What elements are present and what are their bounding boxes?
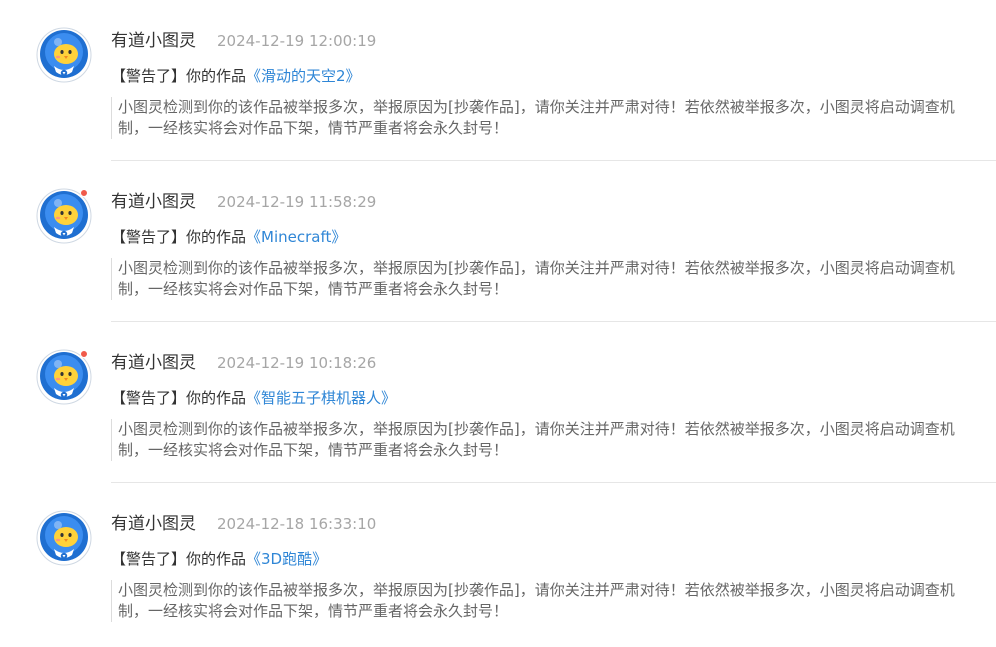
unread-dot — [80, 350, 88, 358]
sender-name[interactable]: 有道小图灵 — [111, 31, 196, 51]
notification-list: 有道小图灵 2024-12-19 12:00:19 【警告了】你的作品《滑动的天空… — [0, 0, 996, 647]
work-title-link[interactable]: 《智能五子棋机器人》 — [246, 389, 396, 407]
notification-message: 小图灵检测到你的该作品被举报多次，举报原因为[抄袭作品]，请你关注并严肃对待！若… — [111, 258, 968, 300]
sender-name[interactable]: 有道小图灵 — [111, 192, 196, 212]
warning-prefix: 【警告了】你的作品 — [111, 389, 247, 407]
timestamp: 2024-12-19 11:58:29 — [217, 193, 377, 211]
timestamp: 2024-12-18 16:33:10 — [217, 515, 377, 533]
notification-item: 有道小图灵 2024-12-19 10:18:26 【警告了】你的作品《智能五子棋… — [0, 322, 996, 483]
robot-chick-avatar-icon[interactable] — [36, 510, 92, 566]
robot-chick-avatar-icon[interactable] — [36, 27, 92, 83]
warning-prefix: 【警告了】你的作品 — [111, 67, 247, 85]
notification-header: 有道小图灵 2024-12-19 10:18:26 — [111, 351, 376, 375]
notification-item: 有道小图灵 2024-12-19 12:00:19 【警告了】你的作品《滑动的天空… — [0, 0, 996, 161]
work-title-link[interactable]: 《Minecraft》 — [246, 228, 346, 246]
warning-prefix: 【警告了】你的作品 — [111, 228, 247, 246]
notification-title: 【警告了】你的作品《Minecraft》 — [111, 226, 346, 248]
notification-message: 小图灵检测到你的该作品被举报多次，举报原因为[抄袭作品]，请你关注并严肃对待！若… — [111, 97, 968, 139]
notification-header: 有道小图灵 2024-12-19 12:00:19 — [111, 29, 376, 53]
notification-header: 有道小图灵 2024-12-19 11:58:29 — [111, 190, 376, 214]
notification-title: 【警告了】你的作品《3D跑酷》 — [111, 548, 327, 570]
timestamp: 2024-12-19 10:18:26 — [217, 354, 377, 372]
sender-name[interactable]: 有道小图灵 — [111, 353, 196, 373]
notification-title: 【警告了】你的作品《滑动的天空2》 — [111, 65, 361, 87]
notification-message: 小图灵检测到你的该作品被举报多次，举报原因为[抄袭作品]，请你关注并严肃对待！若… — [111, 580, 968, 622]
timestamp: 2024-12-19 12:00:19 — [217, 32, 377, 50]
notification-message: 小图灵检测到你的该作品被举报多次，举报原因为[抄袭作品]，请你关注并严肃对待！若… — [111, 419, 968, 461]
work-title-link[interactable]: 《滑动的天空2》 — [246, 67, 361, 85]
notification-item: 有道小图灵 2024-12-18 16:33:10 【警告了】你的作品《3D跑酷》… — [0, 483, 996, 644]
work-title-link[interactable]: 《3D跑酷》 — [246, 550, 327, 568]
unread-dot — [80, 189, 88, 197]
sender-name[interactable]: 有道小图灵 — [111, 514, 196, 534]
notification-title: 【警告了】你的作品《智能五子棋机器人》 — [111, 387, 396, 409]
notification-header: 有道小图灵 2024-12-18 16:33:10 — [111, 512, 376, 536]
warning-prefix: 【警告了】你的作品 — [111, 550, 247, 568]
notification-item: 有道小图灵 2024-12-19 11:58:29 【警告了】你的作品《Minec… — [0, 161, 996, 322]
